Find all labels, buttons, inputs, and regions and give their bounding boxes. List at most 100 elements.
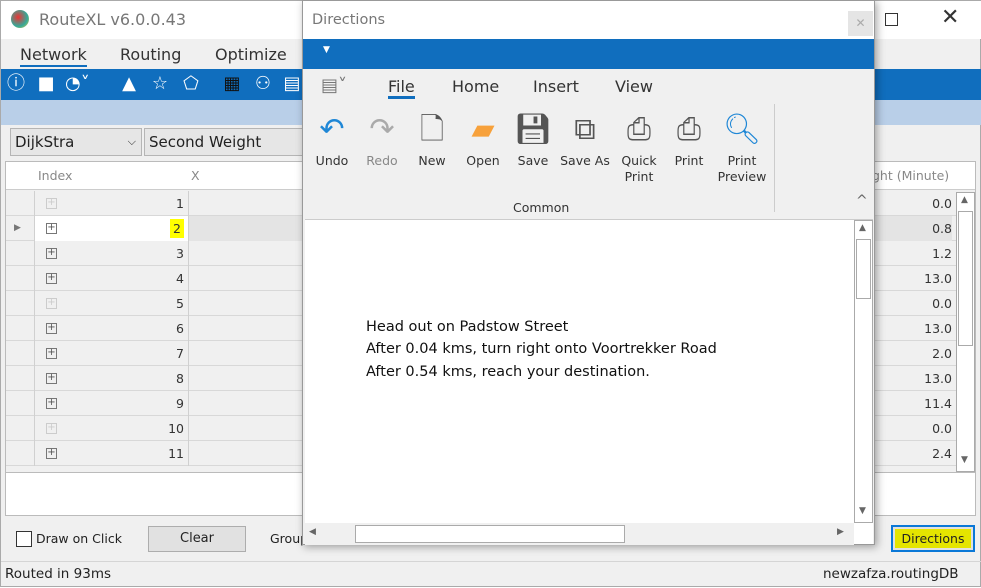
redo-button[interactable]: ↷ Redo <box>356 107 408 169</box>
ribbon-tab-insert[interactable]: Insert <box>533 77 579 96</box>
weight-select[interactable]: Second Weight (Minute <box>144 128 314 177</box>
expand-icon[interactable]: + <box>46 348 57 359</box>
index-cell[interactable]: 2 <box>34 216 188 241</box>
expand-icon[interactable]: + <box>46 448 57 459</box>
weight-cell: 11.4 <box>924 396 952 411</box>
index-cell[interactable]: 7 <box>34 341 188 366</box>
road-icon[interactable]: ▲ <box>117 73 141 95</box>
expand-icon[interactable]: + <box>46 298 57 309</box>
ribbon-divider <box>774 104 775 212</box>
info-icon[interactable]: ⓘ <box>4 73 28 95</box>
scroll-up-icon[interactable]: ▲ <box>859 223 866 233</box>
scroll-thumb[interactable] <box>856 239 871 299</box>
button-label: Quick Print <box>621 153 657 184</box>
expand-icon[interactable]: + <box>46 373 57 384</box>
ribbon-menu-icon[interactable]: ▤˅ <box>321 75 347 96</box>
group-icon[interactable]: ⚇ <box>251 73 275 95</box>
new-button[interactable]: 🗋 New <box>406 107 458 169</box>
scroll-thumb[interactable] <box>355 525 625 543</box>
index-cell[interactable]: 11 <box>34 441 188 466</box>
grid-icon[interactable]: ▦ <box>220 73 244 95</box>
weight-cell: 2.0 <box>932 346 952 361</box>
column-header-weight[interactable]: ght (Minute) <box>872 168 949 183</box>
text-horizontal-scrollbar[interactable]: ◀ ▶ <box>305 523 854 545</box>
collapse-ribbon-icon[interactable]: ^ <box>856 193 868 209</box>
column-header-index[interactable]: Index <box>38 168 72 183</box>
direction-line-3: After 0.54 kms, reach your destination. <box>366 364 650 380</box>
weight-cell: 0.0 <box>932 421 952 436</box>
directions-label: Directions <box>895 529 971 548</box>
chevron-down-icon: ⌵ <box>127 135 136 148</box>
button-label: Save <box>517 153 549 168</box>
save-as-button[interactable]: ⧉ Save As <box>559 107 611 169</box>
button-label: Undo <box>315 153 349 168</box>
expand-icon[interactable]: + <box>46 198 57 209</box>
expand-icon[interactable]: + <box>46 323 57 334</box>
status-text: Routed in 93ms <box>5 566 112 582</box>
scroll-down-icon[interactable]: ▼ <box>859 506 866 516</box>
column-header-x[interactable]: X <box>191 168 200 183</box>
tab-routing[interactable]: Routing <box>120 45 181 64</box>
dialog-title-bar: Directions ✕ <box>303 1 874 39</box>
speedometer-icon[interactable]: ◔˅ <box>65 73 90 95</box>
scroll-up-icon[interactable]: ▲ <box>961 195 968 205</box>
print-preview-button[interactable]: 🔍︎ Print Preview <box>716 107 768 185</box>
index-value: 3 <box>176 246 184 261</box>
index-cell[interactable]: 1 <box>34 191 188 216</box>
clear-button[interactable]: Clear <box>148 526 246 552</box>
button-label: Redo <box>366 153 398 168</box>
index-cell[interactable]: 4 <box>34 266 188 291</box>
star-icon[interactable]: ☆ <box>148 73 172 95</box>
print-button[interactable]: ⎙ Print <box>663 107 715 169</box>
expand-icon[interactable]: + <box>46 223 57 234</box>
scroll-down-icon[interactable]: ▼ <box>961 455 968 465</box>
undo-button[interactable]: ↶ Undo <box>306 107 358 169</box>
open-folder-icon: ▰ <box>471 112 495 147</box>
save-button[interactable]: 💾︎ Save <box>507 107 559 169</box>
index-cell[interactable]: 9 <box>34 391 188 416</box>
ribbon-group-label: Common <box>513 200 570 215</box>
index-value: 5 <box>176 296 184 311</box>
index-cell[interactable]: 5 <box>34 291 188 316</box>
index-cell[interactable]: 10 <box>34 416 188 441</box>
scroll-right-icon[interactable]: ▶ <box>837 527 844 537</box>
expand-icon[interactable]: + <box>46 398 57 409</box>
ribbon-tab-home[interactable]: Home <box>452 77 499 96</box>
index-value: 7 <box>176 346 184 361</box>
print-icon: ⎙ <box>677 112 701 147</box>
expand-icon[interactable]: + <box>46 423 57 434</box>
draw-on-click-checkbox[interactable] <box>16 531 32 547</box>
text-vertical-scrollbar[interactable]: ▲ ▼ <box>854 220 873 523</box>
weight-cell: 0.8 <box>866 216 952 241</box>
scroll-left-icon[interactable]: ◀ <box>309 527 316 537</box>
maximize-button[interactable] <box>885 13 898 26</box>
index-cell[interactable]: 8 <box>34 366 188 391</box>
expand-icon[interactable]: + <box>46 273 57 284</box>
expand-icon[interactable]: + <box>46 248 57 259</box>
tab-network[interactable]: Network <box>20 45 87 67</box>
status-bar: Routed in 93ms newzafza.routingDB <box>1 561 981 588</box>
ribbon-tab-view[interactable]: View <box>615 77 653 96</box>
polygon-icon[interactable]: ⬠ <box>179 73 203 95</box>
tab-optimize[interactable]: Optimize <box>215 45 287 64</box>
document-icon[interactable]: ▤ <box>280 73 304 95</box>
close-button[interactable]: ✕ <box>941 5 959 30</box>
quick-print-button[interactable]: ⎙ Quick Print <box>613 107 665 185</box>
dialog-title: Directions <box>312 12 386 28</box>
algorithm-select[interactable]: DijkStra ⌵ <box>10 128 142 156</box>
directions-button[interactable]: Directions <box>891 525 975 552</box>
ribbon-tab-file[interactable]: File <box>388 77 415 99</box>
dialog-close-button[interactable]: ✕ <box>848 11 873 36</box>
directions-text-area[interactable]: Head out on Padstow Street After 0.04 km… <box>305 219 873 545</box>
quick-access-dropdown-icon[interactable]: ▼ <box>323 45 330 55</box>
save-icon: 💾︎ <box>513 112 553 147</box>
weight-cell: 13.0 <box>924 321 952 336</box>
index-cell[interactable]: 6 <box>34 316 188 341</box>
weight-cell: 2.4 <box>932 446 952 461</box>
index-cell[interactable]: 3 <box>34 241 188 266</box>
open-button[interactable]: ▰ Open <box>457 107 509 169</box>
scroll-thumb[interactable] <box>958 211 973 346</box>
folder-icon[interactable]: ■ <box>34 73 58 95</box>
grid-vertical-scrollbar[interactable]: ▲ ▼ <box>956 192 975 472</box>
direction-line-1: Head out on Padstow Street <box>366 319 569 335</box>
